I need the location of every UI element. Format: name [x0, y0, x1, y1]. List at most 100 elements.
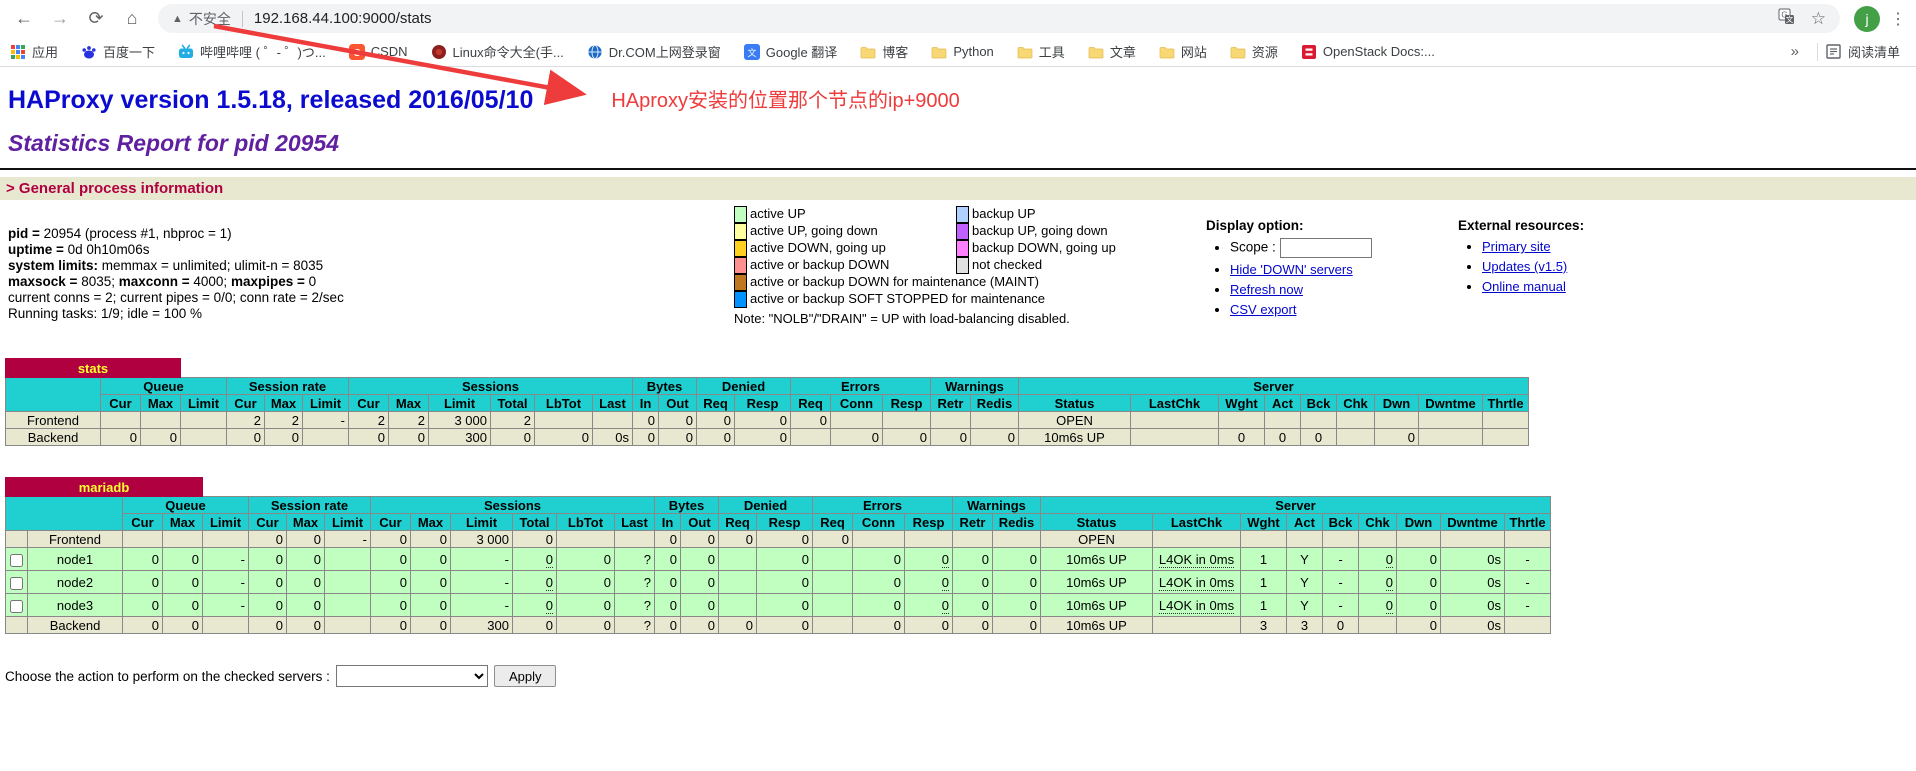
bookmark-item-3[interactable]: C CSDN: [348, 43, 408, 60]
cell-dwn: 0: [1396, 570, 1441, 594]
cell-resp: 0: [882, 428, 931, 446]
external-resource-link-1[interactable]: Updates (v1.5): [1482, 259, 1567, 274]
cell-total: 0: [512, 593, 557, 617]
external-resource-link-2[interactable]: Online manual: [1482, 279, 1566, 294]
col-group-bytes: Bytes: [632, 377, 697, 395]
bookmark-item-11[interactable]: 网站: [1159, 42, 1207, 61]
bookmark-item-5[interactable]: Dr.COM上网登录窗: [587, 42, 721, 61]
select-server-node1[interactable]: [10, 553, 23, 567]
col-group-queue: Queue: [122, 496, 249, 514]
col-cur: Cur: [100, 394, 141, 412]
bookmark-item-8[interactable]: Python: [931, 44, 994, 60]
checkbox-cell: [5, 593, 28, 617]
svg-text:文: 文: [1786, 14, 1794, 24]
url-text[interactable]: 192.168.44.100:9000/stats: [254, 10, 432, 27]
col-dwn: Dwn: [1374, 394, 1419, 412]
cell-limit: -: [450, 593, 513, 617]
address-bar[interactable]: ▲ 不安全 192.168.44.100:9000/stats G文 ☆: [158, 4, 1840, 33]
cell-req: [718, 547, 757, 571]
checkbox-cell: [5, 570, 28, 594]
external-resource-link-0[interactable]: Primary site: [1482, 239, 1551, 254]
bookmark-item-1[interactable]: 百度一下: [81, 42, 155, 61]
checkbox-cell: [5, 616, 28, 634]
cell-dwntme: 0s: [1440, 547, 1505, 571]
table-title-stats[interactable]: stats: [5, 358, 181, 378]
back-icon[interactable]: ←: [10, 5, 38, 33]
cell-req: [718, 593, 757, 617]
bookmark-item-4[interactable]: Linux命令大全(手...: [431, 42, 564, 61]
process-info-line-3: maxsock = 8035; maxconn = 4000; maxpipes…: [8, 274, 317, 289]
forward-icon[interactable]: →: [46, 5, 74, 33]
status-legend: active UP backup UP active UP, going down b…: [734, 204, 1144, 326]
cell-thrtle: -: [1504, 570, 1551, 594]
bookmarks-overflow-chevron[interactable]: »: [1781, 43, 1809, 60]
col-thrtle: Thrtle: [1504, 513, 1551, 531]
cell-resp: 0: [734, 428, 791, 446]
cell-max: 0: [162, 547, 203, 571]
col-group-queue: Queue: [100, 377, 227, 395]
cell-req: 0: [718, 616, 757, 634]
bookmark-item-9[interactable]: 工具: [1017, 42, 1065, 61]
cell-max: [140, 411, 181, 429]
cell-bck: 0: [1300, 428, 1337, 446]
bookmark-item-13[interactable]: OpenStack Docs:...: [1301, 44, 1435, 60]
cell-dwn: [1396, 530, 1441, 548]
profile-avatar[interactable]: j: [1854, 5, 1880, 32]
row-mariadb-frontend: Frontend 0 0-0 0 3 000 0 0 0 0 0 0 OPEN: [5, 530, 1551, 548]
cell-total: 2: [490, 411, 535, 429]
bookmark-item-10[interactable]: 文章: [1088, 42, 1136, 61]
cell-in: 0: [654, 547, 681, 571]
cell-max: 0: [162, 593, 203, 617]
cell-limit: [324, 616, 371, 634]
col-group-bytes: Bytes: [654, 496, 719, 514]
menu-kebab-icon[interactable]: ⋮: [1890, 9, 1906, 29]
bookmark-item-7[interactable]: 博客: [860, 42, 908, 61]
display-option-link-0[interactable]: Hide 'DOWN' servers: [1230, 262, 1353, 277]
col-conn: Conn: [830, 394, 883, 412]
display-option-link-1[interactable]: Refresh now: [1230, 282, 1303, 297]
col-group-server: Server: [1040, 496, 1551, 514]
col-limit: Limit: [202, 513, 249, 531]
col-req: Req: [790, 394, 831, 412]
cell-max: 0: [286, 547, 325, 571]
bookmark-item-2[interactable]: 哔哩哔哩 ( ゜- ゜)つ...: [178, 42, 326, 61]
reload-icon[interactable]: ⟳: [82, 5, 110, 33]
cell-resp: 0: [904, 570, 953, 594]
bookmark-item-6[interactable]: 文 Google 翻译: [743, 42, 837, 61]
bookmark-label: 哔哩哔哩 ( ゜- ゜)つ...: [200, 45, 326, 60]
bookmark-label: 网站: [1180, 45, 1207, 60]
table-title-mariadb[interactable]: mariadb: [5, 477, 203, 497]
folder-icon: [1159, 44, 1175, 60]
home-icon[interactable]: ⌂: [118, 5, 146, 33]
bookmark-star-icon[interactable]: ☆: [1811, 9, 1826, 29]
cell-max: 2: [388, 411, 429, 429]
cell-status: 10m6s UP: [1040, 616, 1153, 634]
cell-retr: [930, 411, 971, 429]
action-select[interactable]: [335, 665, 488, 687]
col-dwn: Dwn: [1396, 513, 1441, 531]
cell-cur: 0: [122, 570, 163, 594]
scope-input[interactable]: [1279, 238, 1372, 258]
reading-list-button[interactable]: 阅读清单: [1826, 42, 1900, 61]
select-server-node2[interactable]: [10, 576, 23, 590]
cell-cur: 0: [248, 570, 287, 594]
cell-cur: 2: [348, 411, 389, 429]
col-cur: Cur: [370, 513, 411, 531]
col-status: Status: [1018, 394, 1131, 412]
apply-button[interactable]: Apply: [493, 665, 557, 687]
process-info: pid = 20954 (process #1, nbproc = 1) upti…: [0, 204, 612, 322]
col-req: Req: [812, 513, 853, 531]
translate-icon[interactable]: G文: [1778, 8, 1795, 30]
cell-total: 0: [512, 616, 557, 634]
col-dwntme: Dwntme: [1418, 394, 1483, 412]
bookmark-item-12[interactable]: 资源: [1230, 42, 1278, 61]
bookmark-item-0[interactable]: 应用: [10, 42, 58, 61]
cell-req: [718, 570, 757, 594]
cell-resp: 0: [904, 547, 953, 571]
col-wght: Wght: [1218, 394, 1265, 412]
display-option-link-2[interactable]: CSV export: [1230, 302, 1296, 317]
legend-swatch: [956, 240, 969, 257]
csdn-icon: C: [348, 43, 365, 60]
select-server-node3[interactable]: [10, 599, 23, 613]
col-group-warnings: Warnings: [930, 377, 1019, 395]
